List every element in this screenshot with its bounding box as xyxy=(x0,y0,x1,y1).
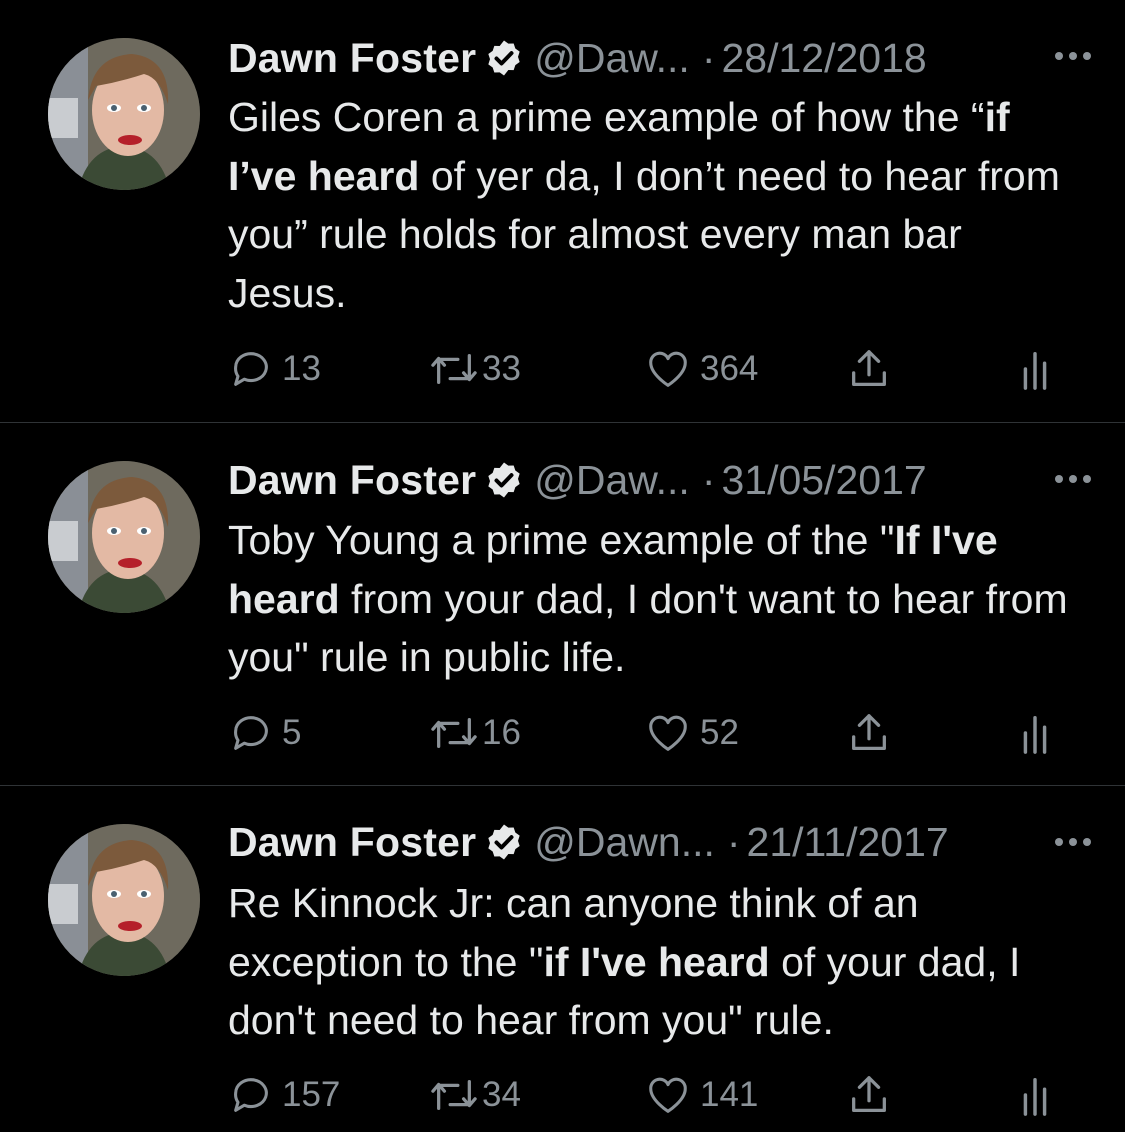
tweet[interactable]: Dawn Foster @Daw... · 31/05/2017 Toby Yo… xyxy=(0,423,1125,785)
like-button[interactable]: 52 xyxy=(644,708,739,758)
retweet-icon xyxy=(431,353,477,385)
heart-icon xyxy=(649,351,687,387)
like-button[interactable]: 364 xyxy=(644,344,758,394)
tweet-text-part: from your dad, I don't want to hear from… xyxy=(228,575,1068,681)
more-options-icon[interactable] xyxy=(1055,475,1091,483)
analytics-button[interactable] xyxy=(1018,1070,1052,1120)
analytics-icon xyxy=(1023,715,1047,754)
timestamp[interactable]: 21/11/2017 xyxy=(747,819,949,866)
avatar[interactable] xyxy=(48,461,200,613)
like-count: 141 xyxy=(700,1075,759,1114)
reply-count: 157 xyxy=(282,1075,341,1114)
handle[interactable]: @Daw... xyxy=(534,35,690,82)
like-count: 52 xyxy=(700,713,739,752)
tweet[interactable]: Dawn Foster @Daw... · 28/12/2018 Giles C… xyxy=(0,0,1125,422)
separator-dot: · xyxy=(726,818,741,865)
tweet-header: Dawn Foster @Daw... · 28/12/2018 xyxy=(228,30,1088,86)
reply-icon xyxy=(234,352,268,386)
share-icon xyxy=(852,350,886,386)
analytics-icon xyxy=(1023,351,1047,390)
retweet-icon xyxy=(431,717,477,749)
analytics-button[interactable] xyxy=(1018,708,1052,758)
timestamp[interactable]: 28/12/2018 xyxy=(721,35,926,82)
reply-count: 5 xyxy=(282,713,302,752)
avatar-photo xyxy=(48,824,200,976)
display-name[interactable]: Dawn Foster xyxy=(228,35,476,82)
verified-badge-icon xyxy=(484,38,524,78)
tweet-header: Dawn Foster @Dawn... · 21/11/2017 xyxy=(228,814,1088,870)
retweet-button[interactable]: 34 xyxy=(428,1070,521,1120)
tweet-text-part: Toby Young a prime example of the " xyxy=(228,517,895,563)
display-name[interactable]: Dawn Foster xyxy=(228,819,476,866)
reply-button[interactable]: 157 xyxy=(228,1070,340,1120)
tweet-text: Re Kinnock Jr: can anyone think of an ex… xyxy=(228,874,1088,1050)
handle[interactable]: @Dawn... xyxy=(534,819,715,866)
analytics-icon xyxy=(1023,1077,1047,1116)
like-count: 364 xyxy=(700,349,759,388)
tweet-header: Dawn Foster @Daw... · 31/05/2017 xyxy=(228,452,1088,508)
avatar-photo xyxy=(48,461,200,613)
action-bar: 157 34 141 xyxy=(228,1070,1088,1120)
avatar[interactable] xyxy=(48,38,200,190)
heart-icon xyxy=(649,1077,687,1113)
retweet-icon xyxy=(431,1079,477,1111)
tweet[interactable]: Dawn Foster @Dawn... · 21/11/2017 Re Kin… xyxy=(0,786,1125,1132)
avatar-photo xyxy=(48,38,200,190)
retweet-button[interactable]: 16 xyxy=(428,708,521,758)
separator-dot: · xyxy=(701,456,716,503)
retweet-count: 33 xyxy=(482,349,521,388)
retweet-count: 34 xyxy=(482,1075,521,1114)
action-bar: 5 16 52 xyxy=(228,708,1088,758)
reply-button[interactable]: 5 xyxy=(228,708,301,758)
reply-count: 13 xyxy=(282,349,321,388)
more-options-icon[interactable] xyxy=(1055,838,1091,846)
verified-badge-icon xyxy=(484,460,524,500)
analytics-button[interactable] xyxy=(1018,344,1052,394)
more-options-icon[interactable] xyxy=(1055,52,1091,60)
verified-badge-icon xyxy=(484,822,524,862)
tweet-text: Toby Young a prime example of the "If I'… xyxy=(228,511,1088,687)
reply-button[interactable]: 13 xyxy=(228,344,321,394)
share-icon xyxy=(852,714,886,750)
share-button[interactable] xyxy=(846,344,892,394)
avatar[interactable] xyxy=(48,824,200,976)
retweet-count: 16 xyxy=(482,713,521,752)
like-button[interactable]: 141 xyxy=(644,1070,758,1120)
separator-dot: · xyxy=(701,34,716,81)
handle[interactable]: @Daw... xyxy=(534,457,690,504)
tweet-text-bold: if I've heard xyxy=(543,938,770,985)
share-button[interactable] xyxy=(846,1070,892,1120)
share-button[interactable] xyxy=(846,708,892,758)
tweet-text: Giles Coren a prime example of how the “… xyxy=(228,88,1088,322)
tweet-text-part: Giles Coren a prime example of how the “ xyxy=(228,94,985,140)
timestamp[interactable]: 31/05/2017 xyxy=(721,457,926,504)
share-icon xyxy=(852,1076,886,1112)
display-name[interactable]: Dawn Foster xyxy=(228,457,476,504)
reply-icon xyxy=(234,1078,268,1112)
heart-icon xyxy=(649,715,687,751)
reply-icon xyxy=(234,716,268,750)
action-bar: 13 33 364 xyxy=(228,344,1088,394)
retweet-button[interactable]: 33 xyxy=(428,344,521,394)
